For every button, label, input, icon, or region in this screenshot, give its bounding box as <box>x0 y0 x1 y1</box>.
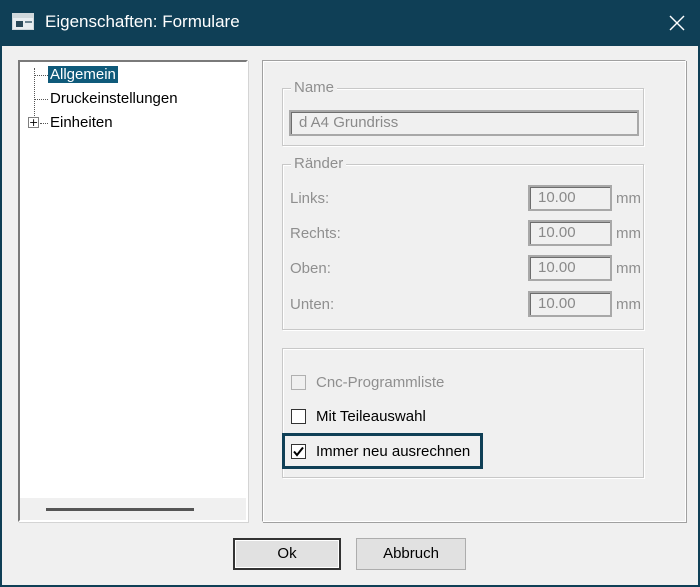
checkbox-label: Cnc-Programmliste <box>316 373 445 391</box>
margin-top-label: Oben: <box>290 260 331 277</box>
category-tree[interactable]: Allgemein Druckeinstellungen + Einheiten <box>18 60 248 522</box>
cancel-button[interactable]: Abbruch <box>356 538 466 570</box>
ok-button[interactable]: Ok <box>233 538 341 570</box>
tree-connector <box>40 123 48 124</box>
checkbox-box[interactable] <box>291 374 306 390</box>
scrollbar-thumb[interactable] <box>46 508 194 511</box>
margin-left-unit: mm <box>616 190 641 207</box>
name-group-title: Name <box>291 79 338 97</box>
tree-item-label: Druckeinstellungen <box>50 90 178 107</box>
checkbox-label: Mit Teileauswahl <box>316 407 426 425</box>
title-bar: Eigenschaften: Formulare <box>0 0 700 46</box>
tree-item-einheiten[interactable]: Einheiten <box>48 113 115 133</box>
margin-top-unit: mm <box>616 260 641 277</box>
margin-bottom-field[interactable]: 10.00 <box>528 291 612 317</box>
checkbox-box[interactable] <box>291 443 306 459</box>
tree-item-druckeinstellungen[interactable]: Druckeinstellungen <box>48 89 180 109</box>
checkmark-icon <box>293 446 304 457</box>
margin-top-field[interactable]: 10.00 <box>528 255 612 281</box>
margin-left-label: Links: <box>290 190 330 207</box>
checkbox-label: Immer neu ausrechnen <box>316 442 471 460</box>
tree-item-label: Einheiten <box>50 114 113 131</box>
tree-connector <box>34 75 48 76</box>
close-button[interactable] <box>654 0 700 46</box>
immer-neu-ausrechnen-checkbox[interactable]: Immer neu ausrechnen <box>291 441 470 461</box>
margin-right-field[interactable]: 10.00 <box>528 220 612 246</box>
tree-connector <box>34 99 48 100</box>
checkbox-box[interactable] <box>291 408 306 424</box>
margin-bottom-unit: mm <box>616 296 641 313</box>
tree-item-allgemein[interactable]: Allgemein <box>48 65 118 85</box>
close-icon <box>669 15 685 31</box>
expand-plus-icon[interactable]: + <box>28 117 39 128</box>
margin-right-unit: mm <box>616 225 641 242</box>
mit-teileauswahl-checkbox[interactable]: Mit Teileauswahl <box>291 406 426 426</box>
window-title: Eigenschaften: Formulare <box>45 12 240 31</box>
form-window-icon <box>12 13 34 30</box>
horizontal-scrollbar[interactable] <box>20 498 246 520</box>
cnc-programmliste-checkbox[interactable]: Cnc-Programmliste <box>291 372 444 392</box>
margin-right-label: Rechts: <box>290 225 341 242</box>
tree-item-label: Allgemein <box>48 66 118 83</box>
margin-left-field[interactable]: 10.00 <box>528 185 612 211</box>
margin-bottom-label: Unten: <box>290 296 335 313</box>
margins-group-title: Ränder <box>291 155 347 173</box>
name-field[interactable]: d A4 Grundriss <box>289 110 639 136</box>
